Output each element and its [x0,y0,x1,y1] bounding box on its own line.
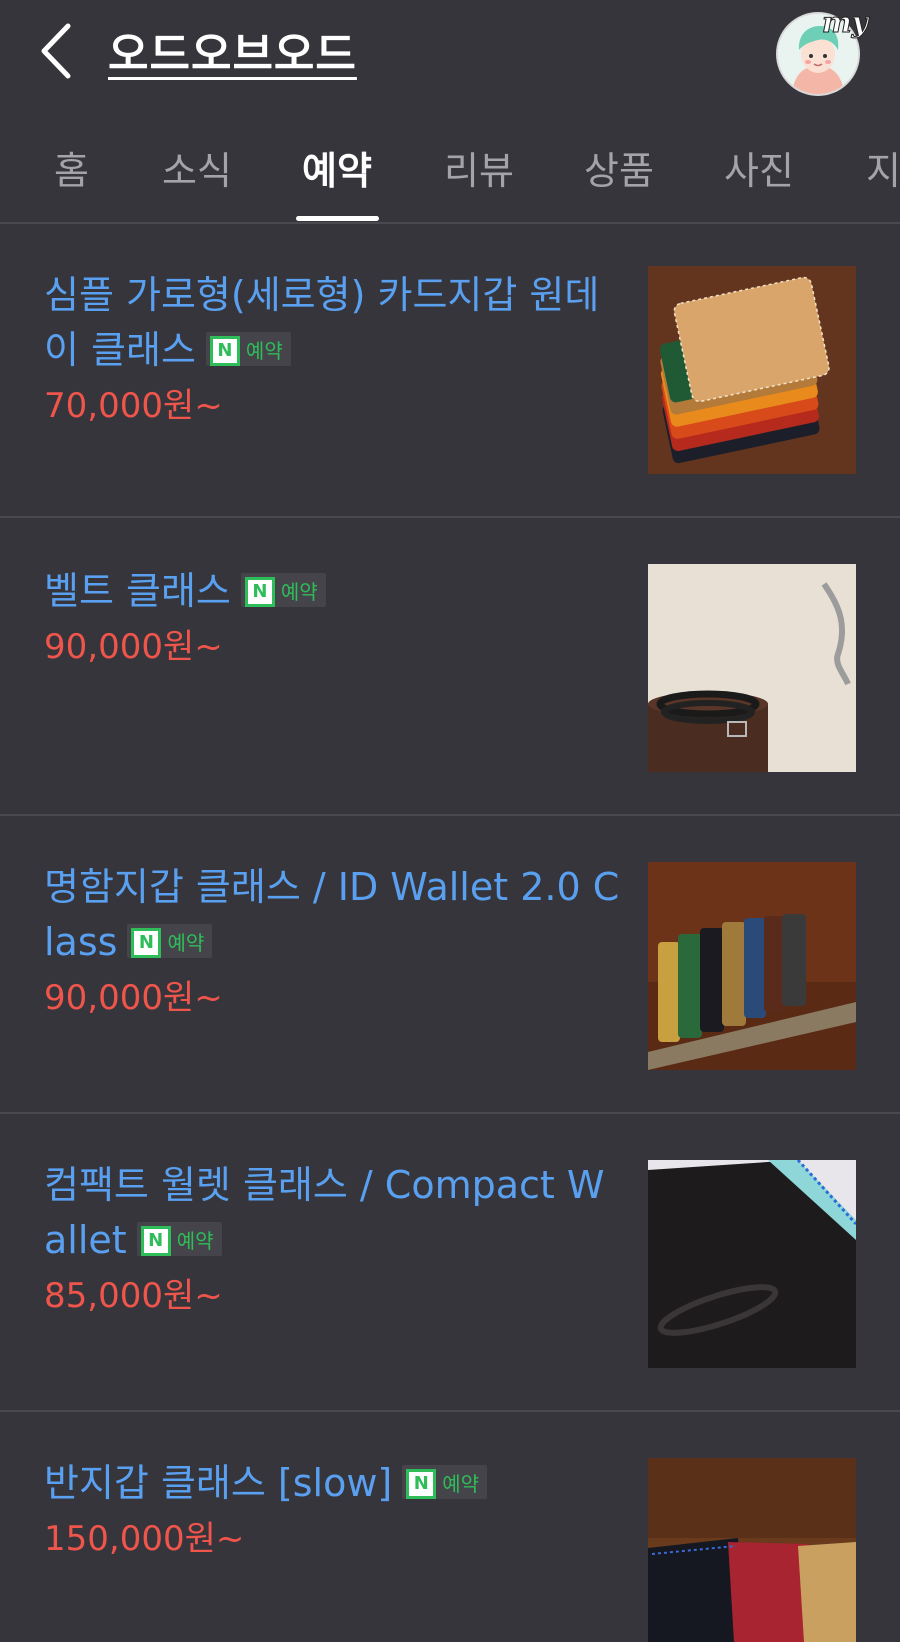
tab-news[interactable]: 소식 [162,140,232,195]
item-title[interactable]: 심플 가로형(세로형) 카드지갑 원데이 클래스 N 예약 [44,268,624,378]
naver-n-icon: N [209,336,240,366]
item-info: 심플 가로형(세로형) 카드지갑 원데이 클래스 N 예약 70,000원~ [44,268,624,432]
item-price: 90,000원~ [44,627,223,667]
list-item[interactable]: 컴팩트 월렛 클래스 / Compact Wallet N 예약 85,000원~ [0,1114,900,1412]
item-price: 85,000원~ [44,1276,223,1316]
list-item[interactable]: 심플 가로형(세로형) 카드지갑 원데이 클래스 N 예약 70,000원~ [0,224,900,518]
item-thumbnail[interactable] [648,1160,856,1368]
badge-label: 예약 [442,1472,480,1496]
badge-label: 예약 [176,1229,214,1253]
item-price: 90,000원~ [44,978,223,1018]
item-thumbnail[interactable] [648,564,856,772]
item-title[interactable]: 명함지갑 클래스 / ID Wallet 2.0 Class N 예약 [44,860,624,970]
badge-label: 예약 [245,339,283,363]
list-item[interactable]: 벨트 클래스 N 예약 90,000원~ [0,518,900,816]
tab-products[interactable]: 상품 [584,140,654,195]
item-info: 반지갑 클래스 [slow] N 예약 150,000원~ [44,1456,624,1565]
item-price: 70,000원~ [44,386,223,426]
item-title[interactable]: 반지갑 클래스 [slow] N 예약 [44,1456,624,1511]
top-header: 오드오브오드 my [0,0,900,110]
item-info: 컴팩트 월렛 클래스 / Compact Wallet N 예약 85,000원~ [44,1158,624,1322]
active-tab-indicator [296,216,379,221]
page-title[interactable]: 오드오브오드 [108,18,357,82]
item-title-text: 컴팩트 월렛 클래스 / Compact Wallet [44,1163,605,1262]
naver-n-icon: N [131,928,162,958]
item-title[interactable]: 벨트 클래스 N 예약 [44,564,624,619]
tab-map[interactable]: 지 [866,140,900,195]
tab-bar: 홈 소식 예약 리뷰 상품 사진 지 [0,110,900,224]
reservation-badge: N 예약 [205,331,291,366]
naver-n-icon: N [244,577,275,607]
chevron-left-icon [41,23,71,79]
item-info: 벨트 클래스 N 예약 90,000원~ [44,564,624,673]
compact-wallet-photo [648,1160,856,1368]
badge-label: 예약 [167,931,205,955]
reservation-badge: N 예약 [240,572,326,607]
card-wallet-photo [648,266,856,474]
item-thumbnail[interactable] [648,266,856,474]
reservation-badge: N 예약 [127,923,213,958]
back-button[interactable] [30,16,86,86]
badge-label: 예약 [280,580,318,604]
naver-n-icon: N [140,1226,171,1256]
my-profile-button[interactable]: my [776,6,868,96]
list-item[interactable]: 반지갑 클래스 [slow] N 예약 150,000원~ [0,1412,900,1642]
item-thumbnail[interactable] [648,1458,856,1642]
tab-reviews[interactable]: 리뷰 [444,140,514,195]
naver-n-icon: N [406,1469,437,1499]
tab-photos[interactable]: 사진 [724,140,794,195]
reservation-badge: N 예약 [136,1221,222,1256]
id-wallet-photo [648,862,856,1070]
tab-reservation[interactable]: 예약 [302,140,372,195]
my-label: my [822,6,869,40]
item-price: 150,000원~ [44,1519,245,1559]
belt-photo [648,564,856,772]
item-title-text: 반지갑 클래스 [slow] [44,1461,393,1505]
item-title[interactable]: 컴팩트 월렛 클래스 / Compact Wallet N 예약 [44,1158,624,1268]
item-title-text: 벨트 클래스 [44,569,231,613]
item-title-text: 심플 가로형(세로형) 카드지갑 원데이 클래스 [44,273,600,372]
list-item[interactable]: 명함지갑 클래스 / ID Wallet 2.0 Class N 예약 90,000… [0,816,900,1114]
reservation-badge: N 예약 [402,1464,488,1499]
tab-home[interactable]: 홈 [54,140,89,195]
item-info: 명함지갑 클래스 / ID Wallet 2.0 Class N 예약 90,000… [44,860,624,1024]
bifold-wallet-photo [648,1458,856,1642]
item-thumbnail[interactable] [648,862,856,1070]
